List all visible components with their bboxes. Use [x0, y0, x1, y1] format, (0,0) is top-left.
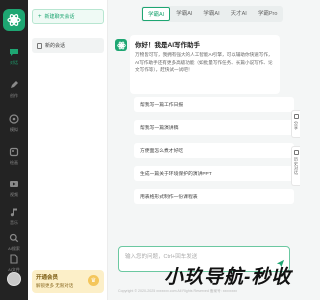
- history-item[interactable]: 新的会话: [32, 38, 104, 53]
- suggestion-item[interactable]: 帮我写一篇演讲稿: [134, 120, 294, 135]
- rail-item-create[interactable]: 创作: [0, 79, 28, 109]
- rail-item-label: 创作: [10, 93, 18, 98]
- document-icon: [37, 42, 42, 49]
- user-avatar[interactable]: [7, 272, 21, 286]
- suggestion-item[interactable]: 生成一篇关于环境保护的演讲PPT: [134, 166, 294, 181]
- plus-icon: +: [38, 13, 42, 20]
- welcome-title: 你好！我是AI写作助手: [135, 42, 200, 49]
- tab-model-4[interactable]: 学霸Pro: [253, 7, 283, 21]
- file-icon: [8, 253, 20, 265]
- rail-item-paint[interactable]: 绘画: [0, 146, 28, 176]
- rail-item-label: 视频: [10, 192, 18, 197]
- pen-icon: [8, 79, 20, 91]
- history-item-label: 新的会话: [45, 43, 66, 49]
- rail-item-simulate[interactable]: 模拟: [0, 113, 28, 143]
- app-logo-icon[interactable]: [3, 9, 25, 31]
- crown-icon: ♛: [88, 275, 99, 286]
- search-icon: [8, 232, 20, 244]
- vip-upgrade-card[interactable]: 开通会员 解锁更多 无限对话 ♛: [32, 270, 104, 293]
- chat-icon: [8, 46, 20, 58]
- history-tool[interactable]: 历史对话: [291, 146, 300, 186]
- nav-rail: 对话 创作 模拟 绘画 视频 音乐 AI搜索 AI文件: [0, 0, 28, 300]
- history-tool-label: 历史对话: [294, 157, 299, 175]
- watermark-text: 小玖导航-秒收: [164, 267, 292, 288]
- suggestion-item[interactable]: 方便面怎么煮才好吃: [134, 143, 294, 158]
- palette-icon: [8, 146, 20, 158]
- history-icon: [293, 150, 299, 155]
- assistant-avatar-icon: [115, 39, 127, 51]
- tab-model-2[interactable]: 学霸AI: [198, 7, 224, 21]
- rail-item-chat[interactable]: 对话: [0, 46, 28, 76]
- rail-item-video[interactable]: 视频: [0, 178, 28, 208]
- chat-main: 学霸AI 学霸AI 学霸AI 天才AI 学霸Pro 你好！我是AI写作助手 万物…: [108, 0, 300, 300]
- history-panel: + 新建聊天会话 新的会话 开通会员 解锁更多 无限对话 ♛: [28, 0, 108, 300]
- video-icon: [8, 178, 20, 190]
- rail-item-label: 音乐: [10, 220, 18, 225]
- message-input-placeholder: 输入您的问题，Ctrl+回车发送: [125, 254, 198, 260]
- welcome-message: 你好！我是AI写作助手 万物皆可写，我拥有强大的人工智能AI引擎，可以辅助你快速…: [130, 35, 280, 94]
- copyright-footer: Copyright © 2020-2025 xxxxxxx.com All Ri…: [118, 289, 238, 293]
- rail-item-label: 绘画: [10, 160, 18, 165]
- tab-model-3[interactable]: 天才AI: [226, 7, 252, 21]
- suggestion-item[interactable]: 帮我写一篇工作日报: [134, 97, 294, 112]
- share-icon: [293, 114, 299, 119]
- compass-icon: [8, 113, 20, 125]
- welcome-body: 万物皆可写，我拥有强大的人工智能AI引擎，可以辅助你快速写作，AI写作助手还有更…: [135, 52, 273, 72]
- rail-item-label: 模拟: [10, 127, 18, 132]
- new-chat-button[interactable]: + 新建聊天会话: [32, 9, 104, 24]
- rail-item-label: 对话: [10, 60, 18, 65]
- share-label: 分享: [294, 121, 299, 130]
- share-tool[interactable]: 分享: [291, 110, 300, 138]
- suggestion-item[interactable]: 用表格形式制作一份课程表: [134, 189, 294, 204]
- tab-model-1[interactable]: 学霸AI: [171, 7, 197, 21]
- music-icon: [8, 206, 20, 218]
- rail-item-label: AI搜索: [8, 246, 20, 251]
- model-tabs: 学霸AI 学霸AI 学霸AI 天才AI 学霸Pro: [141, 6, 284, 22]
- new-chat-label: 新建聊天会话: [44, 14, 75, 20]
- tab-model-0[interactable]: 学霸AI: [142, 7, 171, 21]
